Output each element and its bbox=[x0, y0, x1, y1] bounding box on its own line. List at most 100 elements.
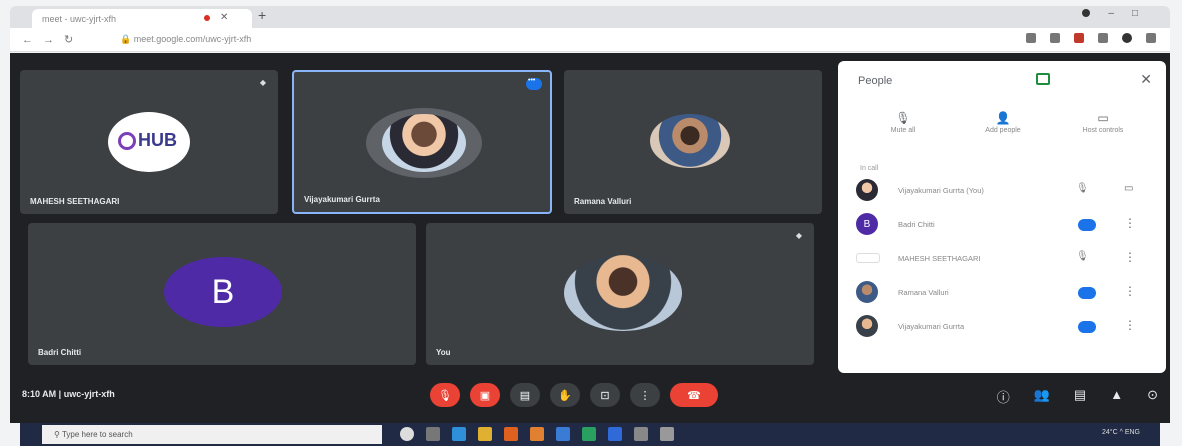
cortana-icon[interactable] bbox=[400, 427, 414, 441]
more-options-icon[interactable] bbox=[526, 77, 542, 90]
speaking-indicator-icon bbox=[1078, 321, 1096, 333]
participant-row[interactable]: Vijayakumari Gurrta (You) 🎙 ▭ bbox=[856, 177, 1156, 205]
captions-button[interactable]: ▤ bbox=[510, 383, 540, 407]
speaking-indicator-icon bbox=[1078, 287, 1096, 299]
participant-row[interactable]: B Badri Chitti ⋮ bbox=[856, 211, 1156, 239]
url-field[interactable]: 🔒 meet.google.com/uwc-yjrt-xfh bbox=[120, 34, 251, 45]
app-icon[interactable] bbox=[660, 427, 674, 441]
participant-tile-badri[interactable]: B Badri Chitti bbox=[28, 223, 416, 365]
participant-name: Vijayakumari Gurrta (You) bbox=[898, 186, 984, 195]
participant-name: Badri Chitti bbox=[898, 220, 935, 229]
chat-icon[interactable]: ▤ bbox=[1074, 387, 1086, 406]
lock-icon[interactable]: ⊙ bbox=[1147, 387, 1158, 406]
mic-toggle-button[interactable]: 🎙 bbox=[430, 383, 460, 407]
search-placeholder: Type here to search bbox=[61, 430, 133, 439]
host-controls-label: Host controls bbox=[1082, 127, 1124, 134]
logo-text: HUB bbox=[138, 130, 177, 150]
end-call-button[interactable]: ☎ bbox=[670, 383, 718, 407]
tile-name: You bbox=[436, 348, 451, 357]
avatar-initial: B bbox=[164, 257, 282, 327]
lock-icon: 🔒 bbox=[120, 34, 134, 44]
more-options-icon[interactable]: ⋮ bbox=[1124, 318, 1136, 332]
camera-toggle-button[interactable]: ▣ bbox=[470, 383, 500, 407]
participant-row[interactable]: Vijayakumari Gurrta ⋮ bbox=[856, 313, 1156, 341]
audio-indicator-icon: ◆ bbox=[795, 231, 802, 240]
star-icon[interactable] bbox=[1050, 33, 1060, 43]
participant-tile-ramana[interactable]: Ramana Valluri bbox=[564, 70, 822, 214]
meeting-time-code: 8:10 AM | uwc-yjrt-xfh bbox=[22, 389, 115, 399]
present-button[interactable]: ⊡ bbox=[590, 383, 620, 407]
participant-tile-mahesh[interactable]: ◆ HUB MAHESH SEETHAGARI bbox=[20, 70, 278, 214]
taskbar-search[interactable]: ⚲ Type here to search bbox=[42, 425, 382, 444]
more-options-icon[interactable]: ⋮ bbox=[1124, 216, 1136, 230]
more-options-icon[interactable]: ⋮ bbox=[1124, 250, 1136, 264]
participant-photo bbox=[650, 114, 730, 168]
task-view-icon[interactable] bbox=[426, 427, 440, 441]
menu-icon[interactable] bbox=[1146, 33, 1156, 43]
participant-name: Vijayakumari Gurrta bbox=[898, 322, 965, 331]
tab-close-icon[interactable]: ✕ bbox=[220, 12, 228, 23]
word-icon[interactable] bbox=[608, 427, 622, 441]
people-icon[interactable]: 👥 bbox=[1034, 387, 1050, 406]
browser-tab-bar: meet - uwc-yjrt-xfh ✕ + –□ bbox=[10, 6, 1170, 28]
nav-buttons[interactable]: ←→↻ bbox=[22, 33, 83, 46]
close-icon[interactable]: ✕ bbox=[1140, 71, 1152, 88]
meet-stage: ◆ HUB MAHESH SEETHAGARI Vijayakumari Gur… bbox=[10, 53, 1170, 423]
host-controls-icon: ▭ bbox=[1097, 111, 1109, 125]
forward-icon[interactable]: → bbox=[43, 34, 64, 46]
pin-icon[interactable]: ▭ bbox=[1124, 183, 1133, 194]
url-text: meet.google.com/uwc-yjrt-xfh bbox=[133, 34, 252, 44]
app-icon[interactable] bbox=[634, 427, 648, 441]
mic-off-icon: 🎙 bbox=[1076, 183, 1089, 194]
participant-name: Ramana Valluri bbox=[898, 288, 949, 297]
files-icon[interactable] bbox=[530, 427, 544, 441]
puzzle-icon[interactable] bbox=[1098, 33, 1108, 43]
more-options-button[interactable]: ⋮ bbox=[630, 383, 660, 407]
hub-logo: HUB bbox=[108, 112, 190, 172]
raise-hand-button[interactable]: ✋ bbox=[550, 383, 580, 407]
browser-tab[interactable]: meet - uwc-yjrt-xfh ✕ bbox=[32, 9, 252, 28]
participant-tile-you[interactable]: ◆ You bbox=[426, 223, 814, 365]
new-tab-button[interactable]: + bbox=[258, 7, 266, 23]
host-controls-button[interactable]: ▭ Host controls bbox=[1058, 111, 1148, 134]
system-tray[interactable]: 24°C ^ ENG bbox=[1102, 429, 1140, 436]
extension-icons[interactable] bbox=[1026, 33, 1156, 43]
tile-name: MAHESH SEETHAGARI bbox=[30, 197, 120, 206]
back-icon[interactable]: ← bbox=[22, 34, 43, 46]
add-people-button[interactable]: 👤 Add people bbox=[958, 111, 1048, 134]
mute-all-button[interactable]: 🎙 Mute all bbox=[858, 111, 948, 134]
mute-all-label: Mute all bbox=[890, 127, 916, 134]
reload-icon[interactable]: ↻ bbox=[64, 34, 83, 46]
info-icon[interactable]: ⓘ bbox=[997, 387, 1010, 406]
participant-name: MAHESH SEETHAGARI bbox=[898, 254, 981, 263]
participant-photo bbox=[382, 114, 466, 172]
section-label: In call bbox=[860, 165, 879, 172]
participant-row[interactable]: Ramana Valluri ⋮ bbox=[856, 279, 1156, 307]
excel-icon[interactable] bbox=[582, 427, 596, 441]
address-bar-row: ←→↻ 🔒 meet.google.com/uwc-yjrt-xfh bbox=[10, 28, 1170, 52]
profile-icon[interactable] bbox=[1082, 9, 1091, 18]
minimize-icon[interactable]: – bbox=[1108, 8, 1132, 19]
activities-icon[interactable]: ▲ bbox=[1110, 387, 1123, 406]
camera-icon[interactable] bbox=[1026, 33, 1036, 43]
chrome-icon[interactable] bbox=[478, 427, 492, 441]
logo-ring-icon bbox=[118, 132, 136, 151]
windows-taskbar: ⚲ Type here to search 24°C ^ ENG bbox=[20, 423, 1160, 446]
account-icon[interactable] bbox=[1122, 33, 1132, 43]
edge-icon[interactable] bbox=[452, 427, 466, 441]
window-controls[interactable]: –□ bbox=[1082, 8, 1156, 19]
mail-icon[interactable] bbox=[556, 427, 570, 441]
participant-row[interactable]: MAHESH SEETHAGARI 🎙 ⋮ bbox=[856, 245, 1156, 273]
mic-off-icon: 🎙 bbox=[895, 111, 911, 125]
people-panel: People ✕ 🎙 Mute all 👤 Add people ▭ Host … bbox=[838, 61, 1166, 373]
maximize-icon[interactable]: □ bbox=[1132, 8, 1156, 19]
avatar bbox=[856, 315, 878, 337]
side-controls: ⓘ 👥 ▤ ▲ ⊙ bbox=[997, 387, 1158, 406]
more-options-icon[interactable]: ⋮ bbox=[1124, 284, 1136, 298]
speaking-indicator-icon bbox=[1078, 219, 1096, 231]
extension-icon[interactable] bbox=[1074, 33, 1084, 43]
firefox-icon[interactable] bbox=[504, 427, 518, 441]
add-person-icon: 👤 bbox=[995, 111, 1011, 125]
shield-icon[interactable] bbox=[1036, 73, 1050, 85]
participant-tile-vijayakumari[interactable]: Vijayakumari Gurrta bbox=[292, 70, 552, 214]
